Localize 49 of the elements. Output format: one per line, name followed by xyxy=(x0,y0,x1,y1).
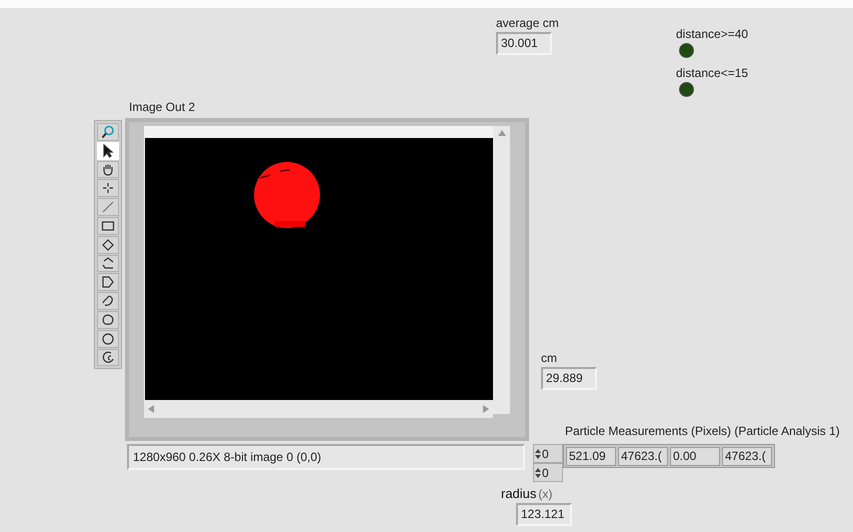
polyline-icon xyxy=(101,256,115,270)
scroll-up-icon xyxy=(498,130,506,136)
led-label: distance<=15 xyxy=(676,65,748,82)
scroll-left-icon xyxy=(148,405,154,413)
spinner-arrows-icon xyxy=(535,466,541,478)
numeric-indicator: 30.001 xyxy=(496,32,552,55)
polygon-icon xyxy=(101,275,115,290)
array-label: Particle Measurements (Pixels) (Particle Analysis 1) xyxy=(565,423,840,440)
vertical-scrollbar[interactable] xyxy=(493,126,510,414)
led-label: distance>=40 xyxy=(676,26,748,43)
freehand-icon xyxy=(101,294,115,308)
tool-button[interactable] xyxy=(97,273,119,292)
indicator-label: cm xyxy=(541,350,557,367)
tool-button[interactable] xyxy=(97,236,119,254)
image-status-bar: 1280x960 0.26X 8-bit image 0 (0,0) xyxy=(127,444,525,470)
radius-label: radius xyxy=(501,485,536,503)
tool-button[interactable] xyxy=(97,292,119,310)
tool-button[interactable] xyxy=(97,330,119,348)
index-spinner[interactable]: 0 xyxy=(533,444,563,463)
oval-icon xyxy=(101,332,115,346)
tool-button[interactable] xyxy=(97,179,119,198)
array-element: 47623.( xyxy=(722,446,772,466)
freehand-region-icon xyxy=(101,312,115,327)
crosshair-icon xyxy=(101,181,115,196)
annulus-icon xyxy=(101,350,115,364)
pointer-icon xyxy=(101,144,115,158)
array-element: 0.00 xyxy=(670,446,720,466)
scroll-right-icon xyxy=(483,405,489,413)
diamond-icon xyxy=(101,238,115,252)
line-icon xyxy=(101,200,115,214)
spinner-arrows-icon xyxy=(535,448,541,460)
array-element: 521.09 xyxy=(566,446,616,466)
index-spinner[interactable]: 0 xyxy=(533,463,563,482)
hand-icon xyxy=(101,162,115,176)
tool-button[interactable] xyxy=(97,348,119,366)
indicator-label: average cm xyxy=(496,15,559,32)
tool-button[interactable] xyxy=(97,310,119,329)
display-label: Image Out 2 xyxy=(129,99,196,116)
tool-button[interactable] xyxy=(97,216,119,235)
tool-button[interactable] xyxy=(97,160,119,178)
numeric-indicator: 29.889 xyxy=(541,367,597,390)
tool-button[interactable] xyxy=(97,123,119,141)
tool-button[interactable] xyxy=(97,254,119,272)
unit-label: (x) xyxy=(538,486,552,503)
numeric-indicator: 123.121 xyxy=(516,503,572,526)
rectangle-icon xyxy=(101,218,115,233)
zoom-icon xyxy=(101,124,115,139)
horizontal-scrollbar[interactable] xyxy=(144,400,493,418)
array-element: 47623.( xyxy=(618,446,668,466)
